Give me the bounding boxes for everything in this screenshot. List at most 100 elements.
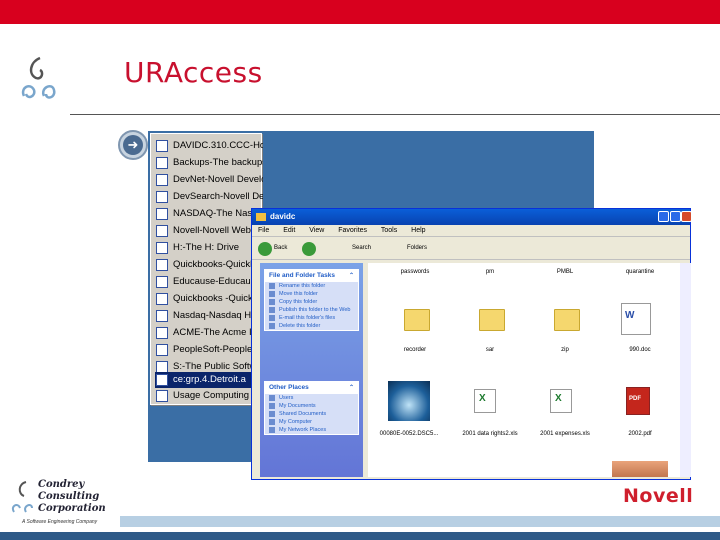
excel-icon[interactable]: X	[474, 389, 496, 413]
menu-edit[interactable]: Edit	[283, 227, 295, 234]
task-pane: File and Folder Tasks ⌃ Rename this folde…	[260, 263, 363, 477]
menu-item-label: NASDAQ-The Nasd	[173, 208, 258, 219]
novell-logo: Novell	[623, 485, 694, 507]
collapse-icon[interactable]: ⌃	[349, 382, 354, 394]
search-button[interactable]: Search	[352, 245, 371, 251]
folder-icon	[256, 213, 266, 221]
launcher-arrow-button[interactable]: ➜	[118, 130, 148, 160]
task-item[interactable]: Delete this folder	[265, 322, 358, 330]
place-item[interactable]: Shared Documents	[265, 410, 358, 418]
tasks-header-label: File and Folder Tasks	[269, 272, 335, 279]
menu-help[interactable]: Help	[411, 227, 425, 234]
close-button[interactable]	[681, 211, 692, 222]
window-title: davidc	[270, 212, 296, 221]
folders-button[interactable]: Folders	[407, 245, 427, 251]
file-label[interactable]: 2001 data rights2.xls	[455, 431, 525, 437]
back-label: Back	[274, 245, 288, 251]
explorer-window: davidc File Edit View Favorites Tools He…	[251, 208, 692, 480]
tasks-panel: File and Folder Tasks ⌃ Rename this folde…	[264, 269, 359, 331]
menu-tools[interactable]: Tools	[381, 227, 397, 234]
menu-item[interactable]: ACME-The Acme In	[155, 325, 263, 341]
place-item[interactable]: My Documents	[265, 402, 358, 410]
excel-icon[interactable]: X	[550, 389, 572, 413]
folder-icon[interactable]	[554, 309, 580, 331]
collapse-icon[interactable]: ⌃	[349, 270, 354, 282]
menu-item[interactable]: DevNet-Novell DeveloperNet Portal	[155, 172, 263, 188]
menu-item-label: Usage Computing U	[173, 390, 259, 401]
top-accent-bar	[0, 0, 720, 24]
places-header-label: Other Places	[269, 384, 309, 391]
menu-item[interactable]: DevSearch-Novell DeveloperNet Search	[155, 189, 263, 205]
menu-item[interactable]: Backups-The backups directory	[155, 155, 263, 171]
file-label[interactable]: zip	[530, 347, 600, 353]
pdf-icon[interactable]: PDF	[626, 387, 650, 415]
company-name-line: Condrey	[38, 479, 85, 490]
menu-item[interactable]: Nasdaq-Nasdaq Hu	[155, 308, 263, 324]
task-item[interactable]: Copy this folder	[265, 298, 358, 306]
title-rule	[70, 114, 720, 115]
menu-item[interactable]: PeopleSoft-Peoples	[155, 342, 263, 358]
app-icon	[156, 140, 168, 152]
app-icon	[156, 259, 168, 271]
menu-item[interactable]: H:-The H: Drive	[155, 240, 263, 256]
folder-icon[interactable]	[404, 309, 430, 331]
task-item[interactable]: Move this folder	[265, 290, 358, 298]
file-label[interactable]: 2002.pdf	[605, 431, 675, 437]
menu-item-label: Quickbooks -Quick	[173, 293, 253, 304]
task-item[interactable]: Rename this folder	[265, 282, 358, 290]
ccc-swirl-logo	[21, 56, 56, 99]
slide-title: URAccess	[124, 56, 263, 89]
menu-item-label: Quickbooks-Quickb	[173, 259, 256, 270]
bottom-accent-bar	[120, 516, 720, 527]
ccc-swirl-logo	[11, 481, 33, 513]
file-label[interactable]: 990.doc	[605, 347, 675, 353]
menu-item[interactable]: NASDAQ-The Nasd	[155, 206, 263, 222]
image-thumbnail[interactable]	[612, 461, 668, 477]
place-item[interactable]: Users	[265, 394, 358, 402]
maximize-button[interactable]	[670, 211, 681, 222]
image-thumbnail[interactable]	[388, 381, 430, 421]
task-item[interactable]: Publish this folder to the Web	[265, 306, 358, 314]
menu-item-label: DevSearch-Novell DeveloperNet Search	[173, 191, 263, 202]
file-label[interactable]: recorder	[380, 347, 450, 353]
file-label[interactable]: passwords	[380, 269, 450, 275]
toolbar: Back Search Folders	[252, 238, 690, 260]
tasks-header: File and Folder Tasks ⌃	[265, 270, 358, 282]
menu-item-label: Backups-The backups directory	[173, 157, 263, 168]
menu-favorites[interactable]: Favorites	[338, 227, 367, 234]
forward-icon[interactable]	[302, 242, 316, 256]
file-label[interactable]: sar	[455, 347, 525, 353]
file-label[interactable]: PMBL	[530, 269, 600, 275]
file-label[interactable]: pm	[455, 269, 525, 275]
minimize-button[interactable]	[658, 211, 669, 222]
menu-file[interactable]: File	[258, 227, 269, 234]
places-header: Other Places ⌃	[265, 382, 358, 394]
folder-shortcut-icon	[156, 157, 168, 169]
web-link-icon	[156, 191, 168, 203]
place-item[interactable]: My Computer	[265, 418, 358, 426]
menu-item-selected[interactable]: ce:grp.4.Detroit.a	[155, 372, 263, 388]
folder-icon[interactable]	[479, 309, 505, 331]
web-link-icon	[156, 327, 168, 339]
web-link-icon	[156, 344, 168, 356]
menu-item[interactable]: Novell-Novell Web	[155, 223, 263, 239]
word-doc-icon[interactable]: W	[621, 303, 651, 335]
place-item[interactable]: My Network Places	[265, 426, 358, 434]
menu-item[interactable]: Quickbooks-Quickb	[155, 257, 263, 273]
menu-item-label: Educause-Educaus	[173, 276, 256, 287]
app-icon	[156, 374, 168, 386]
company-tagline: A Software Engineering Company	[22, 519, 98, 525]
menu-item[interactable]: Quickbooks -Quick	[155, 291, 263, 307]
menu-item[interactable]: Educause-Educaus	[155, 274, 263, 290]
task-item[interactable]: E-mail this folder's files	[265, 314, 358, 322]
menu-item[interactable]: Usage Computing U	[155, 388, 263, 404]
menu-item-label: DAVIDC.310.CCC-Home Directory	[173, 140, 263, 151]
menu-item[interactable]: DAVIDC.310.CCC-Home Directory	[155, 138, 263, 154]
slide: URAccess DAVIDC.310.CCC-Home Directory B…	[0, 0, 720, 540]
file-label[interactable]: quarantine	[605, 269, 675, 275]
menu-view[interactable]: View	[309, 227, 324, 234]
vertical-scrollbar[interactable]	[680, 263, 691, 477]
back-icon[interactable]	[258, 242, 272, 256]
file-label[interactable]: 00080E-0052.DSC5...	[374, 431, 444, 437]
file-label[interactable]: 2001 expenses.xls	[530, 431, 600, 437]
